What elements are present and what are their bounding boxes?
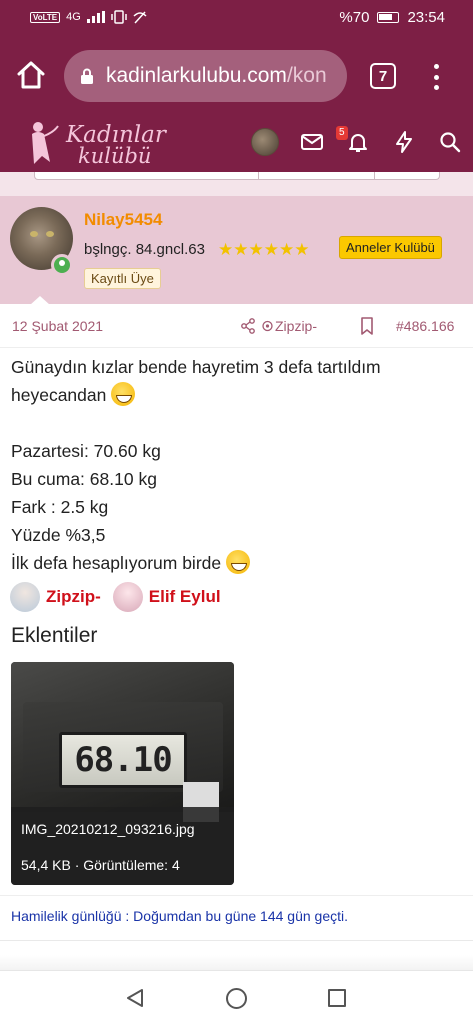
home-icon[interactable]	[14, 58, 48, 92]
post-line: Pazartesi: 70.60 kg	[11, 441, 161, 461]
logo-text-line2: kulübü	[78, 144, 152, 168]
role-badge: Kayıtlı Üye	[84, 268, 161, 289]
network-type: 4G	[66, 11, 81, 23]
reactions-row: Zipzip- Elif Eylul	[10, 582, 221, 612]
post-date[interactable]: 12 Şubat 2021	[12, 318, 103, 334]
next-content-edge	[0, 955, 473, 970]
share-icon[interactable]	[240, 318, 256, 334]
online-status-icon	[51, 254, 73, 276]
scale-display: 68.10	[59, 732, 187, 788]
post-body: Günaydın kızlar bende hayretim 3 defa ta…	[11, 353, 461, 577]
post-line: Günaydın kızlar bende hayretim 3 defa ta…	[11, 357, 381, 405]
site-logo[interactable]: Kadınlar kulübü	[24, 118, 166, 168]
attachment-thumbnail[interactable]: 68.10 IMG_20210212_093216.jpg 54,4 KB · …	[11, 662, 234, 885]
recents-icon[interactable]	[328, 989, 346, 1007]
post-number[interactable]: #486.166	[396, 318, 454, 334]
post-author-block: Nilay5454 bşlngç. 84.gncl.63 ★★★★★★ Anne…	[0, 196, 473, 304]
bookmark-icon[interactable]	[360, 317, 374, 335]
url-host: kadinlarkulubu.com	[106, 64, 287, 87]
post-line: Fark : 2.5 kg	[11, 497, 109, 517]
liker-avatar[interactable]	[10, 582, 40, 612]
sweat-smile-emoji-icon	[111, 382, 136, 406]
username[interactable]: Nilay5454	[84, 210, 162, 230]
browser-menu-icon[interactable]	[428, 64, 444, 90]
status-right: %70 23:54	[339, 9, 445, 26]
user-title: bşlngç. 84.gncl.63	[84, 241, 205, 258]
liker-name[interactable]: Zipzip-	[46, 587, 101, 607]
search-icon[interactable]	[438, 130, 462, 154]
divider	[258, 172, 259, 180]
post-line: Yüzde %3,5	[11, 525, 106, 545]
grin-emoji-icon	[226, 550, 250, 574]
attachment-meta: 54,4 KB · Görüntüleme: 4	[21, 857, 180, 873]
notification-badge: 5	[336, 126, 348, 140]
attachment-info: IMG_20210212_093216.jpg 54,4 KB · Görünt…	[11, 807, 234, 885]
battery-percent: %70	[339, 9, 370, 26]
post-meta-row: 12 Şubat 2021 Zipzip- #486.166	[0, 304, 473, 348]
logo-figure-icon	[32, 122, 59, 164]
divider	[374, 172, 375, 180]
status-left: VoLTE 4G	[30, 10, 147, 24]
user-signature[interactable]: Hamilelik günlüğü : Doğumdan bu güne 144…	[11, 908, 348, 924]
liker-avatar[interactable]	[112, 582, 143, 612]
bolt-icon[interactable]	[392, 130, 416, 154]
url-path: /kon	[286, 64, 327, 87]
attachment-filename: IMG_20210212_093216.jpg	[21, 821, 195, 837]
star-rating: ★★★★★★	[218, 240, 310, 259]
home-circle-icon[interactable]	[226, 988, 247, 1009]
avatar-detail	[30, 231, 38, 237]
address-bar[interactable]: kadinlarkulubu.com/kon	[64, 50, 347, 102]
system-nav-bar	[0, 970, 473, 1024]
post-line: Bu cuma: 68.10 kg	[11, 469, 157, 489]
quoted-user[interactable]: Zipzip-	[275, 318, 317, 334]
clock: 23:54	[407, 9, 445, 26]
group-badge: Anneler Kulübü	[339, 236, 442, 259]
tab-switcher-button[interactable]: 7	[370, 63, 396, 89]
mail-icon[interactable]	[300, 130, 324, 154]
previous-post-box	[34, 172, 440, 180]
no-wifi-icon	[133, 11, 147, 24]
site-header: Kadınlar kulübü 5	[0, 112, 473, 172]
volte-icon: VoLTE	[30, 11, 61, 23]
vibrate-icon	[111, 10, 127, 24]
bell-icon[interactable]	[346, 130, 370, 154]
browser-toolbar: kadinlarkulubu.com/kon 7	[0, 38, 473, 112]
status-bar: VoLTE 4G %70 23:54	[0, 0, 473, 38]
lock-icon	[81, 68, 93, 84]
at-icon	[262, 320, 273, 332]
signal-icon	[86, 11, 105, 23]
divider	[0, 940, 473, 941]
divider	[0, 895, 473, 896]
avatar-detail	[46, 231, 54, 237]
battery-icon	[377, 12, 400, 23]
back-icon[interactable]	[124, 987, 146, 1009]
previous-post-edge	[0, 172, 473, 196]
post-line: İlk defa hesaplıyorum birde	[11, 553, 222, 573]
liker-name[interactable]: Elif Eylul	[149, 587, 221, 607]
account-avatar[interactable]	[251, 128, 279, 156]
attachments-heading: Eklentiler	[11, 624, 98, 647]
